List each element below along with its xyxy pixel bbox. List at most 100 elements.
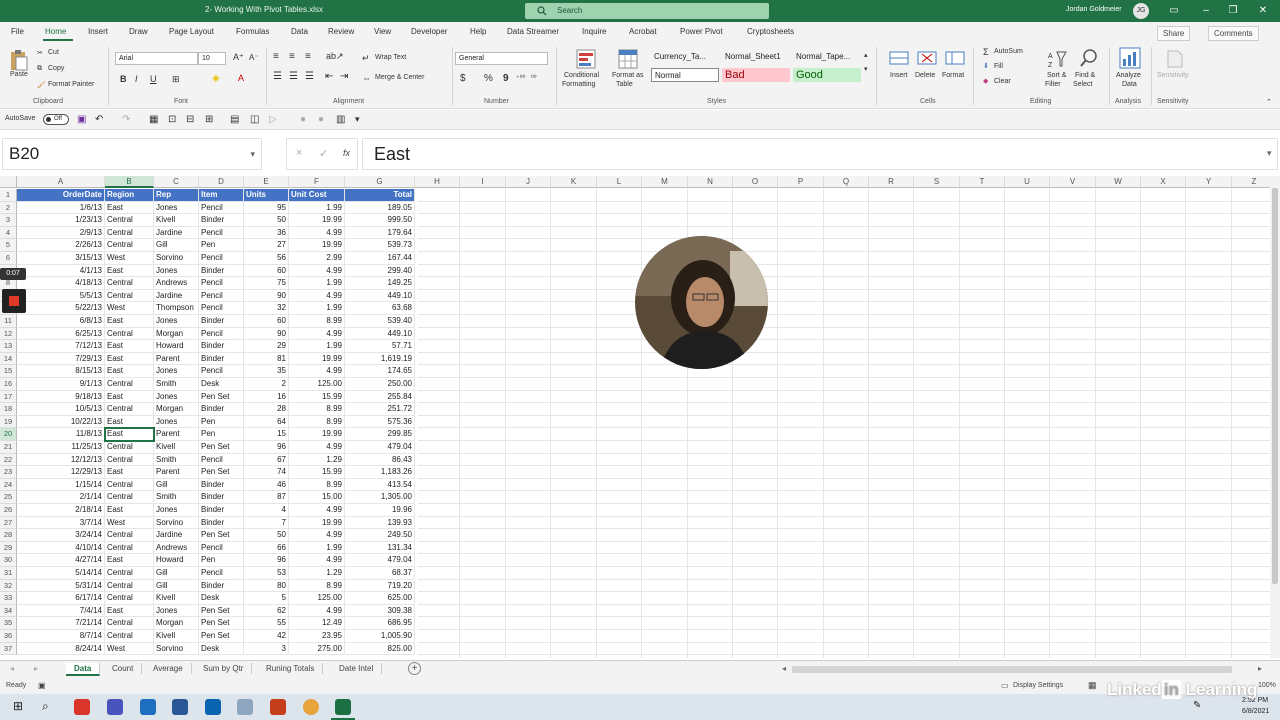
table-cell[interactable]: 2/18/14 <box>17 504 105 517</box>
app-icon[interactable] <box>74 699 90 715</box>
table-cell[interactable]: 6/25/13 <box>17 327 105 341</box>
table-cell[interactable]: 66 <box>244 541 289 555</box>
borders-icon[interactable]: ⊞ <box>172 74 180 85</box>
row-header[interactable]: 28 <box>0 529 17 542</box>
row-header[interactable]: 30 <box>0 554 17 567</box>
table-cell[interactable]: Jardine <box>154 529 199 542</box>
table-cell[interactable]: 1/23/13 <box>17 214 105 227</box>
table-cell[interactable]: 86.43 <box>345 453 415 467</box>
table-cell[interactable]: 299.40 <box>345 264 415 278</box>
sheet-tab-date-intel[interactable]: Date Intel <box>331 663 383 674</box>
table-cell[interactable]: Jones <box>154 415 199 429</box>
table-cell[interactable]: Morgan <box>154 327 199 341</box>
redo-icon[interactable]: ↷ <box>122 114 130 125</box>
style-normal[interactable]: Normal <box>651 68 719 82</box>
column-header[interactable]: M <box>642 176 688 188</box>
table-cell[interactable]: 11/25/13 <box>17 441 105 454</box>
tab-page-layout[interactable]: Page Layout <box>169 27 214 36</box>
table-cell[interactable]: Pencil <box>199 567 244 580</box>
table-cell[interactable]: 686.95 <box>345 617 415 630</box>
table-cell[interactable]: West <box>105 516 154 530</box>
table-cell[interactable]: 50 <box>244 214 289 227</box>
column-header[interactable]: B <box>105 176 154 188</box>
table-cell[interactable]: East <box>105 264 154 278</box>
table-cell[interactable]: Pencil <box>199 327 244 341</box>
merge-center-icon[interactable]: ⇔ <box>362 73 371 83</box>
table-cell[interactable]: 7/29/13 <box>17 352 105 366</box>
next-sheet-icon[interactable]: ▸ <box>34 664 38 673</box>
table-cell[interactable]: Pencil <box>199 201 244 215</box>
row-header[interactable]: 31 <box>0 567 17 580</box>
expand-formula-bar-icon[interactable]: ▾ <box>1267 148 1272 159</box>
table-cell[interactable]: 2/26/13 <box>17 239 105 252</box>
table-cell[interactable]: Jones <box>154 365 199 378</box>
collapse-ribbon-icon[interactable]: ⌃ <box>1266 98 1272 106</box>
table-cell[interactable]: 7/4/14 <box>17 604 105 618</box>
table-cell[interactable]: Pen Set <box>199 529 244 542</box>
table-cell[interactable]: Central <box>105 567 154 580</box>
table-cell[interactable]: Binder <box>199 478 244 492</box>
conditional-formatting-icon[interactable] <box>576 49 596 69</box>
table-cell[interactable]: 539.73 <box>345 239 415 252</box>
table-cell[interactable]: 4.99 <box>289 327 345 341</box>
table-cell[interactable]: 449.10 <box>345 289 415 303</box>
table-cell[interactable]: Binder <box>199 264 244 278</box>
table-cell[interactable]: 6/8/13 <box>17 315 105 328</box>
table-cell[interactable]: 8/24/14 <box>17 642 105 656</box>
column-header[interactable]: G <box>345 176 415 188</box>
table-cell[interactable]: Binder <box>199 352 244 366</box>
column-header[interactable]: Z <box>1232 176 1270 188</box>
tab-data[interactable]: Data <box>291 27 308 36</box>
table-cell[interactable]: 10/22/13 <box>17 415 105 429</box>
align-left-icon[interactable]: ☰ <box>273 71 282 82</box>
brush-icon[interactable]: 🖌 <box>37 81 46 89</box>
sensitivity-button[interactable]: Sensitivity <box>1157 72 1189 79</box>
table-cell[interactable]: 4 <box>244 504 289 517</box>
pen-icon[interactable]: ✎ <box>1193 700 1201 711</box>
qat-tool-icon[interactable]: ⊞ <box>205 114 213 125</box>
orientation-icon[interactable]: ab↗ <box>326 51 344 62</box>
align-right-icon[interactable]: ☰ <box>305 71 314 82</box>
table-cell[interactable]: Jones <box>154 264 199 278</box>
autosum-button[interactable]: AutoSum <box>994 48 1023 55</box>
row-header[interactable]: 1 <box>0 189 17 202</box>
qat-tool-icon[interactable]: ▤ <box>230 114 239 125</box>
column-header[interactable]: V <box>1050 176 1096 188</box>
paste-icon[interactable] <box>10 49 28 71</box>
enter-icon[interactable]: ✓ <box>319 147 328 160</box>
table-cell[interactable]: Kivell <box>154 592 199 605</box>
row-header[interactable]: 17 <box>0 390 17 404</box>
table-cell[interactable]: Parent <box>154 466 199 479</box>
table-cell[interactable]: 67 <box>244 453 289 467</box>
table-cell[interactable]: 2/9/13 <box>17 226 105 240</box>
styles-scroll-down-icon[interactable]: ▾ <box>864 65 868 73</box>
table-cell[interactable]: East <box>105 352 154 366</box>
table-cell[interactable]: 42 <box>244 630 289 643</box>
delete-cells-button[interactable]: Delete <box>915 72 935 79</box>
scissors-icon[interactable]: ✂ <box>37 49 43 57</box>
align-bottom-icon[interactable]: ≡ <box>305 51 311 62</box>
table-cell[interactable]: Binder <box>199 214 244 227</box>
table-cell[interactable]: 309.38 <box>345 604 415 618</box>
table-cell[interactable]: 16 <box>244 390 289 404</box>
table-cell[interactable]: Central <box>105 617 154 630</box>
qat-tool-icon[interactable]: ▥ <box>336 114 345 125</box>
table-cell[interactable]: 81 <box>244 352 289 366</box>
styles-scroll-up-icon[interactable]: ▴ <box>864 51 868 59</box>
table-cell[interactable]: Gill <box>154 478 199 492</box>
table-cell[interactable]: East <box>105 365 154 378</box>
table-cell[interactable]: Pen <box>199 415 244 429</box>
select-all-corner[interactable] <box>0 176 17 188</box>
close-icon[interactable]: ✕ <box>1252 2 1274 20</box>
sheet-tab-sum-by-qtr[interactable]: Sum by Qtr <box>195 663 253 674</box>
mail-icon[interactable] <box>205 699 221 715</box>
row-header[interactable]: 37 <box>0 642 17 656</box>
search-box[interactable]: Search <box>525 3 769 19</box>
comments-button[interactable]: Comments <box>1208 26 1259 41</box>
table-cell[interactable]: Binder <box>199 579 244 593</box>
qat-tool-icon[interactable]: ⊡ <box>168 114 176 125</box>
chrome-icon[interactable] <box>303 699 319 715</box>
insert-function-icon[interactable]: fx <box>343 148 350 158</box>
table-cell[interactable]: 131.34 <box>345 541 415 555</box>
qat-tool-icon[interactable]: ▦ <box>149 114 158 125</box>
